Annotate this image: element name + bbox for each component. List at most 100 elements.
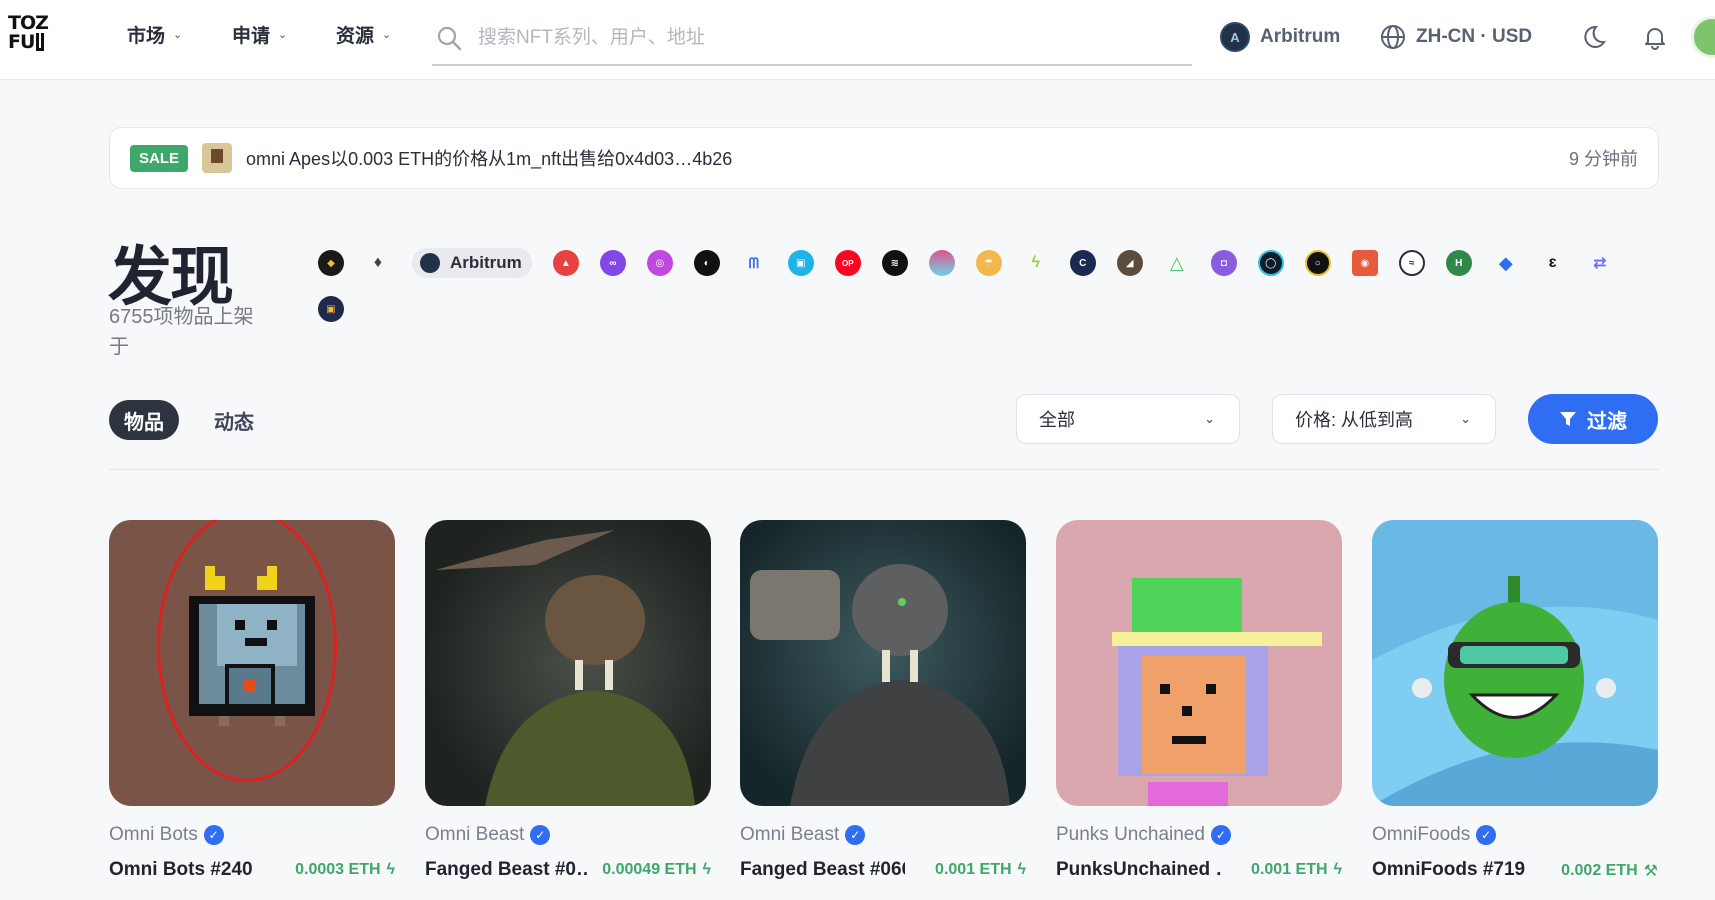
kava-icon[interactable]: ◯	[1257, 250, 1284, 276]
top-header: TOZFU 市场 ⌄ 申请 ⌄ 资源 ⌄ A Arbitrum ZH-CN · …	[0, 0, 1715, 80]
nft-name: Omni Bots #240	[109, 859, 253, 880]
network-selector[interactable]: A Arbitrum	[1220, 20, 1340, 54]
gavel-icon: ⚒	[1643, 863, 1658, 880]
polygon-zkevm-icon[interactable]: ▣	[318, 296, 344, 322]
sort-select[interactable]: 价格: 从低到高 ⌄	[1272, 394, 1496, 444]
price-label: 0.0003 ETH	[295, 861, 381, 878]
bell-icon[interactable]	[1640, 22, 1670, 52]
network-label: Arbitrum	[1260, 26, 1341, 47]
avatar[interactable]	[1691, 16, 1715, 58]
beast-art	[435, 530, 695, 806]
locale-label: ZH-CN · USD	[1416, 26, 1533, 47]
nav-resources[interactable]: 资源 ⌄	[336, 22, 391, 47]
tab-items[interactable]: 物品	[109, 400, 179, 440]
moon-icon[interactable]	[1578, 22, 1608, 52]
arbitrum-icon	[420, 253, 440, 273]
chain-filter-bar: ◆ ♦ Arbitrum ▲ ∞ ◎ ◐ ᗰ ▣ OP ≋ ☂ ϟ C ◢ △ …	[318, 248, 1628, 322]
site-logo[interactable]: TOZ FU	[8, 14, 56, 56]
zksync-icon[interactable]: ≈	[1398, 250, 1425, 276]
verified-icon: ✓	[203, 825, 224, 845]
beast-art	[750, 564, 1010, 806]
harmony-icon[interactable]: ◐	[693, 250, 720, 276]
collection-name[interactable]: OmniFoods ✓	[1372, 824, 1497, 846]
nft-price: 0.0003 ETH ϟ	[295, 861, 395, 879]
metis-icon[interactable]: △	[1164, 250, 1190, 276]
price-label: 0.001 ETH	[1251, 861, 1328, 878]
celo-icon[interactable]: ☂	[975, 250, 1002, 276]
search-bar	[432, 12, 1192, 66]
collection-label: Punks Unchained	[1056, 824, 1205, 845]
lightning-icon: ϟ	[1017, 861, 1026, 878]
nav-apply-label: 申请	[232, 25, 271, 47]
sale-timestamp: 9 分钟前	[1568, 149, 1638, 169]
tab-activity[interactable]: 动态	[200, 400, 268, 440]
gnosis-icon[interactable]: ≋	[881, 250, 908, 276]
fantom-icon[interactable]: ▣	[787, 250, 814, 276]
scroll-icon[interactable]: H	[1445, 250, 1472, 276]
collection-label: OmniFoods	[1372, 824, 1471, 845]
nav-apply[interactable]: 申请 ⌄	[232, 22, 288, 47]
moonbeam-icon[interactable]: ᗰ	[741, 250, 767, 276]
sale-ticker[interactable]: SALE omni Apes以0.003 ETH的价格从1m_nft出售给0x4…	[109, 127, 1659, 189]
verified-icon: ✓	[1476, 825, 1497, 845]
base-icon[interactable]: ◆	[1493, 250, 1519, 276]
funnel-icon	[1560, 412, 1576, 426]
active-chain-label: Arbitrum	[450, 253, 522, 272]
annotation-circle	[157, 520, 337, 782]
verified-icon: ✓	[530, 825, 551, 845]
cronos-icon[interactable]: ◎	[646, 250, 673, 276]
nft-price: 0.001 ETH ϟ	[1251, 861, 1342, 879]
chevron-down-icon: ⌄	[173, 28, 183, 41]
collection-name[interactable]: Omni Beast ✓	[425, 824, 551, 846]
nft-card[interactable]: Omni Beast ✓ Fanged Beast #0… 0.00049 ETH…	[425, 520, 711, 900]
search-input[interactable]	[478, 27, 1138, 49]
fuse-icon[interactable]: ϟ	[1023, 250, 1049, 276]
collection-name[interactable]: Omni Bots ✓	[109, 824, 224, 846]
nft-thumbnail	[202, 143, 233, 173]
listed-count: 6755项物品上架于	[109, 306, 254, 358]
core-icon[interactable]: ◘	[1210, 250, 1237, 276]
nav-market-label: 市场	[127, 25, 166, 47]
chain-arbitrum-active[interactable]: Arbitrum	[412, 248, 532, 278]
collection-label: Omni Beast	[740, 824, 840, 845]
canto-icon[interactable]: ◢	[1116, 250, 1143, 276]
locale-selector[interactable]: ZH-CN · USD	[1380, 20, 1532, 54]
category-select[interactable]: 全部 ⌄	[1016, 394, 1240, 444]
nft-price: 0.001 ETH ϟ	[935, 861, 1026, 879]
nft-name: Fanged Beast #0…	[425, 859, 590, 880]
nft-image	[1056, 520, 1342, 806]
chevron-down-icon: ⌄	[278, 28, 288, 41]
klaytn-icon[interactable]: C	[1069, 250, 1096, 276]
bnb-icon[interactable]: ◆	[318, 250, 344, 276]
nft-card[interactable]: Punks Unchained ✓ PunksUnchained … 0.001 …	[1056, 520, 1342, 900]
dogechain-icon[interactable]: ◉	[1351, 250, 1378, 276]
nft-price: 0.002 ETH ⚒	[1561, 861, 1658, 881]
punk-pixel-art	[1112, 578, 1322, 806]
okx-icon[interactable]: ○	[1304, 250, 1331, 276]
sale-description: omni Apes以0.003 ETH的价格从1m_nft出售给0x4d03…4…	[246, 149, 733, 169]
nft-name: Fanged Beast #0669	[740, 859, 905, 880]
optimism-icon[interactable]: OP	[834, 250, 861, 276]
nft-name: OmniFoods #719	[1372, 859, 1526, 880]
linea-icon[interactable]: ɛ	[1540, 250, 1566, 276]
sale-badge: SALE	[130, 144, 189, 172]
nft-card[interactable]: OmniFoods ✓ OmniFoods #719 0.002 ETH ⚒	[1372, 520, 1658, 900]
sort-select-value: 价格: 从低到高	[1295, 410, 1414, 430]
collection-name[interactable]: Omni Beast ✓	[740, 824, 866, 846]
globe-icon	[1381, 25, 1405, 49]
pepper-art	[1372, 520, 1658, 806]
polygon-icon[interactable]: ∞	[599, 250, 626, 276]
mantle-icon[interactable]: ⇄	[1587, 250, 1613, 276]
nft-price: 0.00049 ETH ϟ	[602, 861, 711, 879]
ethereum-icon[interactable]: ♦	[365, 250, 391, 276]
nav-market[interactable]: 市场 ⌄	[127, 22, 183, 47]
aurora-icon[interactable]	[928, 250, 955, 276]
avalanche-icon[interactable]: ▲	[552, 250, 579, 276]
nft-card[interactable]: Omni Bots ✓ Omni Bots #240 0.0003 ETH ϟ	[109, 520, 395, 900]
chevron-down-icon: ⌄	[1460, 411, 1471, 426]
verified-icon: ✓	[845, 825, 866, 845]
nft-card[interactable]: Omni Beast ✓ Fanged Beast #0669 0.001 ETH…	[740, 520, 1026, 900]
chevron-down-icon: ⌄	[1204, 411, 1215, 426]
collection-name[interactable]: Punks Unchained ✓	[1056, 824, 1231, 846]
filter-button[interactable]: 过滤	[1528, 394, 1658, 444]
